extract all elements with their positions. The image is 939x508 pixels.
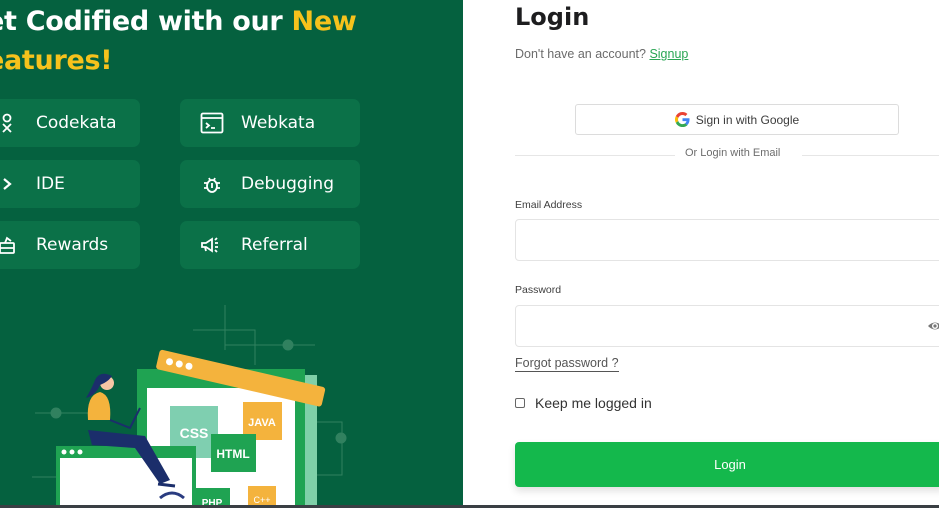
keep-logged-in-checkbox[interactable] bbox=[515, 398, 525, 408]
signup-prompt: Don't have an account? Signup bbox=[515, 47, 688, 61]
code-shapes-icon bbox=[0, 111, 19, 135]
feature-label: Rewards bbox=[36, 235, 109, 255]
feature-referral[interactable]: Referral bbox=[180, 221, 360, 269]
email-input[interactable] bbox=[515, 219, 939, 261]
signup-prompt-text: Don't have an account? bbox=[515, 47, 646, 61]
tag-cpp: C++ bbox=[253, 495, 270, 505]
tag-css: CSS bbox=[180, 425, 209, 441]
keep-logged-in[interactable]: Keep me logged in bbox=[515, 395, 652, 411]
feature-ide[interactable]: IDE bbox=[0, 160, 140, 208]
feature-rewards[interactable]: Rewards bbox=[0, 221, 140, 269]
promo-headline: et Codified with our New eatures! bbox=[0, 2, 463, 80]
headline-highlight-2: eatures! bbox=[0, 45, 113, 76]
feature-label: Referral bbox=[241, 235, 308, 255]
page-title: Login bbox=[515, 3, 590, 31]
promo-panel: et Codified with our New eatures! Codeka… bbox=[0, 0, 463, 508]
headline-text: et Codified with our bbox=[0, 6, 292, 37]
tag-java: JAVA bbox=[248, 417, 276, 429]
chevron-right-icon bbox=[0, 172, 19, 196]
login-button[interactable]: Login bbox=[515, 442, 939, 487]
signup-link[interactable]: Signup bbox=[649, 47, 688, 61]
terminal-window-icon bbox=[200, 111, 224, 135]
gift-icon bbox=[0, 233, 19, 257]
or-text: Or Login with Email bbox=[685, 147, 781, 159]
keep-logged-in-label: Keep me logged in bbox=[535, 395, 652, 411]
feature-webkata[interactable]: Webkata bbox=[180, 99, 360, 147]
google-button-label: Sign in with Google bbox=[695, 112, 800, 127]
feature-label: Debugging bbox=[241, 174, 334, 194]
coding-illustration: CSS JAVA HTML PHP C++ bbox=[32, 305, 347, 508]
megaphone-icon bbox=[200, 233, 224, 257]
feature-label: IDE bbox=[36, 174, 65, 194]
feature-codekata[interactable]: Codekata bbox=[0, 99, 140, 147]
password-input[interactable] bbox=[515, 305, 939, 347]
email-label: Email Address bbox=[515, 199, 583, 211]
or-divider: Or Login with Email bbox=[515, 147, 939, 163]
feature-debugging[interactable]: Debugging bbox=[180, 160, 360, 208]
google-icon bbox=[674, 112, 690, 127]
feature-label: Webkata bbox=[241, 113, 316, 133]
forgot-password-link[interactable]: Forgot password ? bbox=[515, 355, 619, 372]
headline-highlight: New bbox=[291, 6, 357, 37]
google-signin-button[interactable]: Sign in with Google bbox=[575, 104, 899, 135]
divider-line-right bbox=[802, 155, 939, 156]
bug-icon bbox=[200, 172, 224, 196]
show-password-eye-icon[interactable] bbox=[927, 319, 939, 333]
feature-label: Codekata bbox=[36, 113, 117, 133]
divider-line-left bbox=[515, 155, 675, 156]
tag-html: HTML bbox=[216, 447, 249, 461]
password-label: Password bbox=[515, 284, 562, 296]
